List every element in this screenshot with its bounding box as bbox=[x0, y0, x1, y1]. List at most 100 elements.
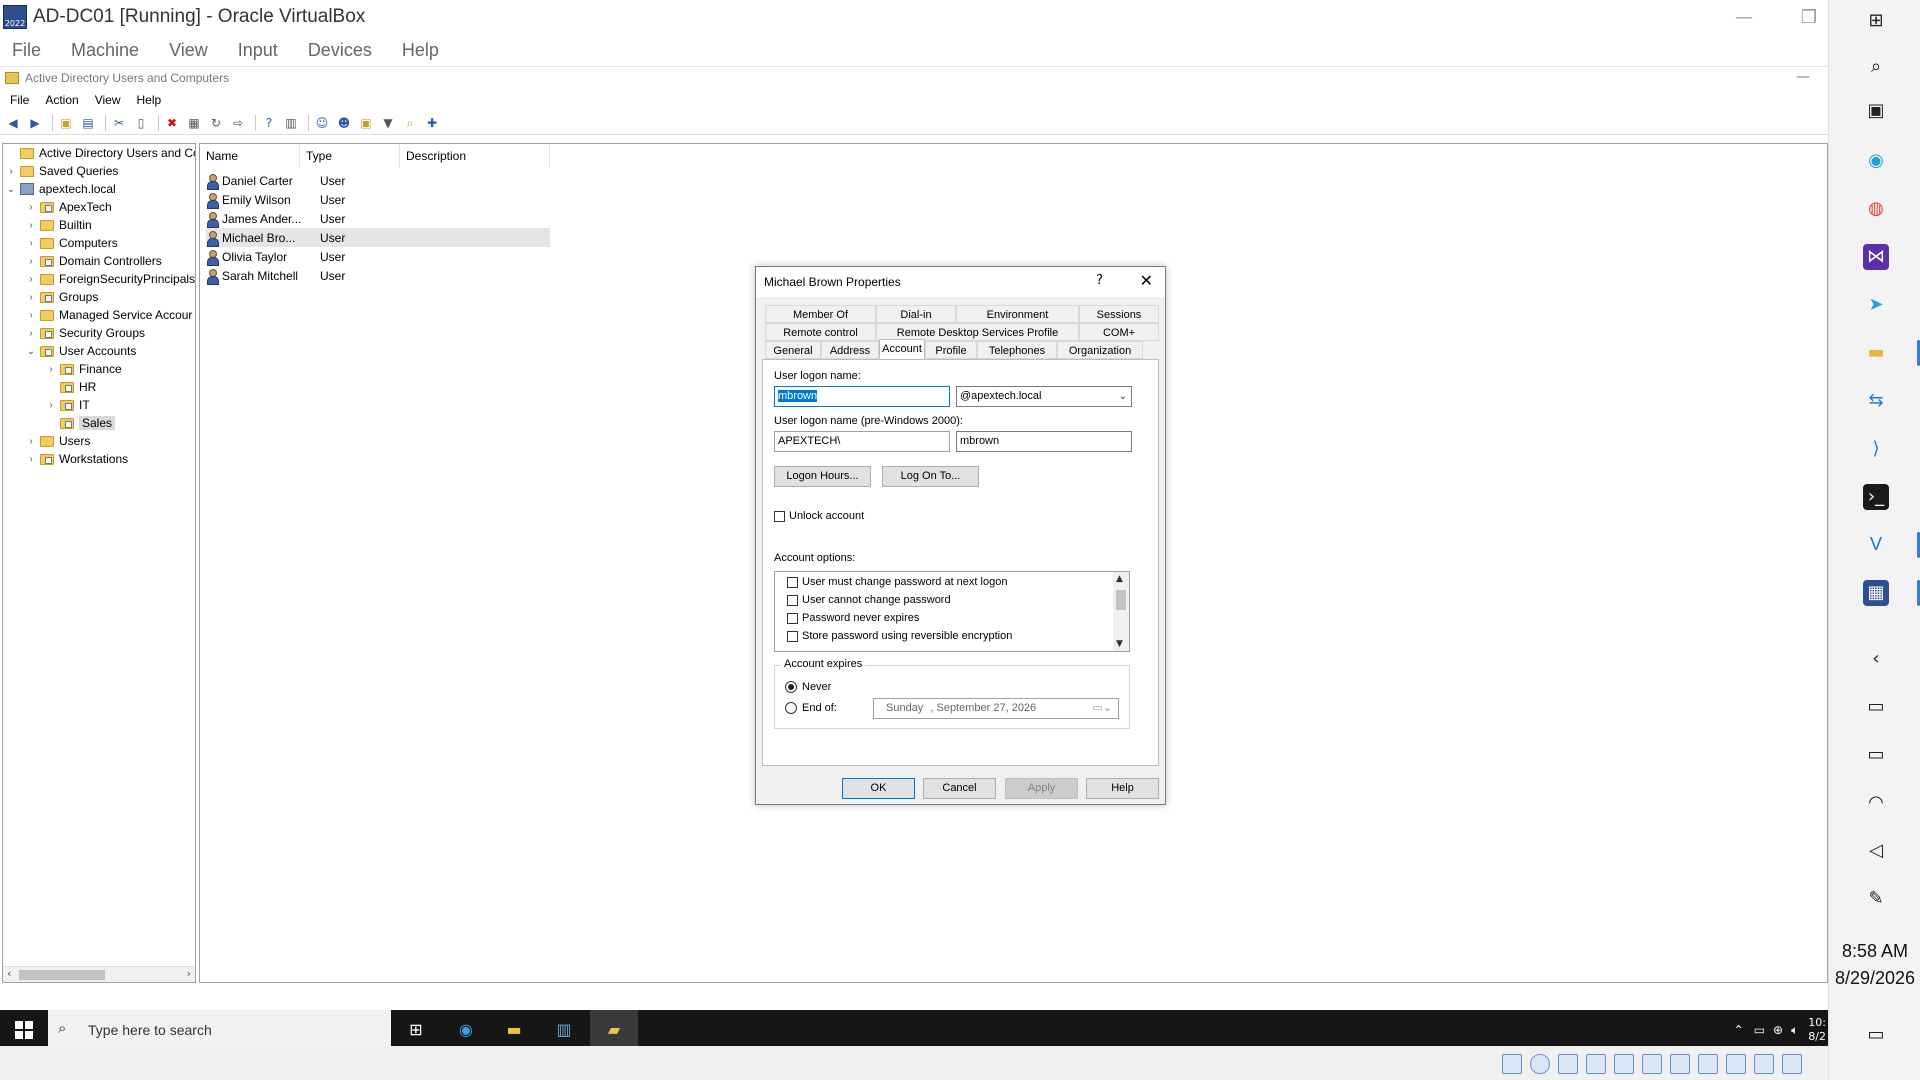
expires-end-of-radio[interactable]: End of: bbox=[785, 702, 837, 714]
ok-button[interactable]: OK bbox=[842, 778, 915, 799]
logon-name-input[interactable]: mbrown bbox=[774, 386, 950, 407]
guest-search-box[interactable]: ⌕ Type here to search bbox=[48, 1010, 391, 1050]
table-row[interactable]: Emily Wilson User bbox=[206, 190, 400, 209]
add-to-group-icon[interactable]: ✚ bbox=[423, 114, 441, 132]
options-scrollbar[interactable]: ▲ ▼ bbox=[1113, 572, 1129, 651]
tab-dial-in[interactable]: Dial-in bbox=[876, 305, 956, 323]
tab-profile[interactable]: Profile bbox=[925, 341, 977, 359]
checkbox-box[interactable] bbox=[787, 630, 798, 642]
chevron-right-icon[interactable]: › bbox=[45, 400, 57, 411]
column-header-description[interactable]: Description bbox=[400, 144, 550, 168]
tree-item-foreign-security-principals[interactable]: › ForeignSecurityPrincipals bbox=[25, 270, 195, 288]
tree-item-domain-controllers[interactable]: › Domain Controllers bbox=[25, 252, 161, 270]
speaker-icon[interactable]: 🔈︎ bbox=[1791, 1023, 1798, 1038]
tree-item-hr[interactable]: HR bbox=[45, 378, 96, 396]
pen-icon[interactable]: ✎ bbox=[1863, 886, 1889, 912]
scrollbar-thumb[interactable] bbox=[19, 970, 105, 980]
scroll-left-icon[interactable]: ‹ bbox=[7, 967, 11, 980]
prewin-user-input[interactable]: mbrown bbox=[956, 431, 1132, 452]
remote-desktop-icon[interactable]: ⇆ bbox=[1863, 388, 1889, 414]
tree-item-users[interactable]: › Users bbox=[25, 432, 90, 450]
refresh-icon[interactable]: ↻ bbox=[207, 114, 225, 132]
find-icon[interactable]: ⌕ bbox=[401, 114, 419, 132]
radio-button[interactable] bbox=[785, 681, 797, 693]
table-row[interactable]: Daniel Carter User bbox=[206, 171, 400, 190]
cancel-button[interactable]: Cancel bbox=[923, 778, 996, 799]
calendar-dropdown-icon[interactable]: ▭⌄ bbox=[1092, 699, 1112, 718]
tree-item-finance[interactable]: › Finance bbox=[45, 360, 121, 378]
option-must-change-password[interactable]: User must change password at next logon bbox=[787, 576, 1007, 588]
chevron-right-icon[interactable]: › bbox=[5, 166, 17, 177]
unlock-account-checkbox[interactable]: Unlock account bbox=[774, 510, 864, 522]
taskbar-active-app[interactable]: ▰ bbox=[590, 1010, 638, 1050]
new-user-icon[interactable]: ☺ bbox=[313, 114, 331, 132]
chevron-right-icon[interactable]: › bbox=[25, 202, 37, 213]
back-icon[interactable]: ◀ bbox=[4, 114, 22, 132]
vbox-menu-machine[interactable]: Machine bbox=[71, 40, 139, 61]
aduc-menu-view[interactable]: View bbox=[95, 93, 121, 107]
restore-icon[interactable]: ❐ bbox=[1794, 4, 1824, 30]
recording-icon[interactable] bbox=[1726, 1054, 1746, 1074]
telegram-icon[interactable]: ➤ bbox=[1863, 292, 1889, 318]
notifications-icon[interactable]: ▭ bbox=[1863, 1022, 1889, 1048]
vbox-menu-view[interactable]: View bbox=[169, 40, 208, 61]
paste-icon[interactable]: ▯ bbox=[132, 114, 150, 132]
file-explorer-icon[interactable]: ▬ bbox=[1863, 340, 1889, 366]
terminal-icon[interactable]: ›_ bbox=[1863, 484, 1889, 510]
option-cannot-change-password[interactable]: User cannot change password bbox=[787, 594, 951, 606]
aduc-minimize-icon[interactable]: — bbox=[1796, 69, 1810, 85]
floppy-icon[interactable] bbox=[1558, 1054, 1578, 1074]
tree-horizontal-scrollbar[interactable]: ‹ › bbox=[3, 966, 195, 982]
table-row[interactable]: James Ander... User bbox=[206, 209, 400, 228]
aduc-menu-file[interactable]: File bbox=[10, 93, 29, 107]
tab-remote-control[interactable]: Remote control bbox=[765, 323, 876, 341]
chevron-right-icon[interactable]: › bbox=[25, 220, 37, 231]
network-adapter-icon[interactable] bbox=[1614, 1054, 1634, 1074]
checkbox-box[interactable] bbox=[787, 612, 798, 624]
wifi-icon[interactable]: ◠ bbox=[1863, 790, 1889, 816]
checkbox-box[interactable] bbox=[787, 594, 798, 606]
tab-telephones[interactable]: Telephones bbox=[977, 341, 1057, 359]
file-explorer-icon[interactable]: ▬ bbox=[502, 1018, 526, 1042]
action-pane-icon[interactable]: ▥ bbox=[282, 114, 300, 132]
cpu-icon[interactable] bbox=[1754, 1054, 1774, 1074]
chevron-down-icon[interactable]: ⌄ bbox=[5, 184, 17, 195]
meet-now-icon[interactable]: ▭ bbox=[1863, 694, 1889, 720]
tab-address[interactable]: Address bbox=[821, 341, 879, 359]
tree-item-it[interactable]: › IT bbox=[45, 396, 89, 414]
show-tree-icon[interactable]: ▤ bbox=[79, 114, 97, 132]
tree-item-builtin[interactable]: › Builtin bbox=[25, 216, 91, 234]
chevron-left-icon[interactable]: ‹ bbox=[1863, 646, 1889, 672]
audio-icon[interactable] bbox=[1586, 1054, 1606, 1074]
tree-item-domain[interactable]: ⌄ apextech.local bbox=[5, 180, 116, 198]
aduc-menu-action[interactable]: Action bbox=[45, 93, 78, 107]
task-view-icon[interactable]: ⊞ bbox=[404, 1018, 428, 1042]
aduc-menu-help[interactable]: Help bbox=[137, 93, 162, 107]
forward-icon[interactable]: ▶ bbox=[26, 114, 44, 132]
host-clock[interactable]: 8:58 AM 8/29/2026 bbox=[1829, 938, 1920, 992]
tab-member-of[interactable]: Member Of bbox=[765, 305, 876, 323]
network-icon[interactable]: ⊕ bbox=[1773, 1023, 1783, 1037]
export-list-icon[interactable]: ⇨ bbox=[229, 114, 247, 132]
chevron-right-icon[interactable]: › bbox=[25, 454, 37, 465]
new-group-icon[interactable]: ☻ bbox=[335, 114, 353, 132]
end-date-picker[interactable]: Sunday , September 27, 2026 ▭⌄ bbox=[873, 698, 1119, 719]
help-icon[interactable]: ? bbox=[260, 114, 278, 132]
chevron-right-icon[interactable]: › bbox=[25, 238, 37, 249]
optical-drive-icon[interactable] bbox=[1530, 1054, 1550, 1074]
vm-window-icon[interactable]: ▦ bbox=[1863, 580, 1889, 606]
chevron-up-icon[interactable]: ⌃ bbox=[1734, 1023, 1744, 1037]
table-row-selected[interactable]: Michael Bro... User bbox=[206, 228, 550, 247]
table-row[interactable]: Olivia Taylor User bbox=[206, 247, 400, 266]
minimize-icon[interactable]: — bbox=[1729, 4, 1759, 30]
upn-suffix-select[interactable]: @apextech.local ⌄ bbox=[956, 386, 1132, 407]
task-view-icon[interactable]: ▣ bbox=[1863, 98, 1889, 124]
visual-studio-icon[interactable]: ⋈ bbox=[1863, 244, 1889, 270]
tab-organization[interactable]: Organization bbox=[1057, 341, 1143, 359]
cut-icon[interactable]: ✂ bbox=[110, 114, 128, 132]
guest-clock[interactable]: 10: 8/2 bbox=[1808, 1016, 1826, 1044]
scroll-right-icon[interactable]: › bbox=[187, 967, 191, 980]
server-manager-icon[interactable]: ▥ bbox=[552, 1018, 576, 1042]
tree-item-apextech[interactable]: › ApexTech bbox=[25, 198, 111, 216]
tree-item-user-accounts[interactable]: ⌄ User Accounts bbox=[25, 342, 137, 360]
